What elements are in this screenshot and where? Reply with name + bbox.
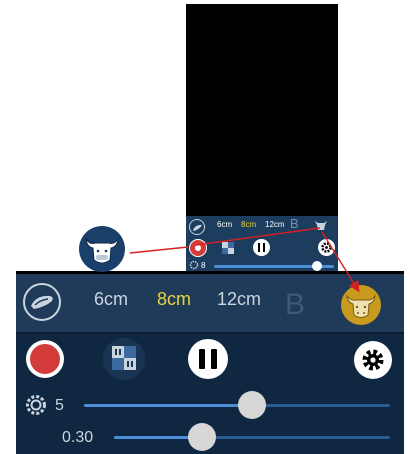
arrow-to-cow-button [321,231,360,293]
annotation-arrows [129,227,360,293]
callout-line [129,246,189,254]
callout-line-to-mini-cow [195,227,321,246]
